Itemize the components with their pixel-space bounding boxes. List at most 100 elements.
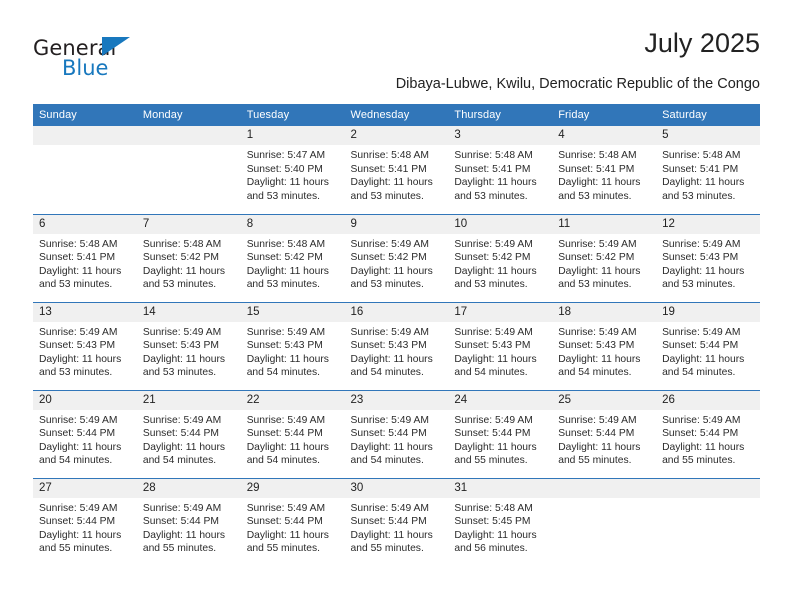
daylight-text: Daylight: 11 hours bbox=[558, 353, 641, 365]
day-cell[interactable]: 22 Sunrise: 5:49 AM Sunset: 5:44 PM Dayligh… bbox=[240, 389, 345, 478]
day-cell[interactable]: 11 Sunrise: 5:49 AM Sunset: 5:42 PM Dayligh… bbox=[552, 213, 657, 302]
day-cell[interactable]: 17 Sunrise: 5:49 AM Sunset: 5:43 PM Dayligh… bbox=[448, 301, 553, 390]
daylight-text: Daylight: 11 hours bbox=[454, 177, 537, 189]
sunset-text: Sunset: 5:42 PM bbox=[246, 252, 323, 264]
logo-text-blue: Blue bbox=[62, 56, 109, 80]
sunset-text: Sunset: 5:41 PM bbox=[350, 163, 427, 175]
day-cell[interactable]: 30 Sunrise: 5:49 AM Sunset: 5:44 PM Dayligh… bbox=[344, 477, 449, 566]
sunset-text: Sunset: 5:44 PM bbox=[39, 428, 116, 440]
day-cell[interactable]: 19 Sunrise: 5:49 AM Sunset: 5:44 PM Dayligh… bbox=[656, 301, 760, 390]
day-details: Sunrise: 5:49 AM Sunset: 5:43 PM Daylight:… bbox=[241, 322, 345, 380]
sunset-text: Sunset: 5:43 PM bbox=[142, 340, 219, 352]
daylight-text: Daylight: 11 hours bbox=[454, 353, 537, 365]
day-cell[interactable]: 5 Sunrise: 5:48 AM Sunset: 5:41 PM Daylight… bbox=[656, 126, 760, 214]
sunset-text: Sunset: 5:45 PM bbox=[454, 516, 531, 528]
day-cell[interactable]: 27 Sunrise: 5:49 AM Sunset: 5:44 PM Dayligh… bbox=[33, 477, 137, 566]
day-cell[interactable]: 24 Sunrise: 5:49 AM Sunset: 5:44 PM Dayligh… bbox=[448, 389, 553, 478]
day-number: 20 bbox=[33, 390, 137, 410]
day-cell[interactable]: 25 Sunrise: 5:49 AM Sunset: 5:44 PM Dayligh… bbox=[552, 389, 657, 478]
day-cell[interactable]: 29 Sunrise: 5:49 AM Sunset: 5:44 PM Dayligh… bbox=[240, 477, 345, 566]
daylight-text: Daylight: 11 hours bbox=[454, 441, 537, 453]
sunrise-text: Sunrise: 5:49 AM bbox=[246, 414, 326, 426]
daylight-text: Daylight: 11 hours bbox=[39, 529, 122, 541]
day-number: 18 bbox=[552, 302, 657, 322]
day-details: Sunrise: 5:49 AM Sunset: 5:43 PM Daylight:… bbox=[345, 322, 449, 380]
daylight-text: and 55 minutes. bbox=[662, 455, 736, 467]
sunset-text: Sunset: 5:44 PM bbox=[350, 516, 427, 528]
sunrise-text: Sunrise: 5:49 AM bbox=[662, 238, 741, 250]
day-cell-empty bbox=[656, 477, 760, 566]
sunrise-text: Sunrise: 5:49 AM bbox=[662, 326, 741, 338]
day-details: Sunrise: 5:48 AM Sunset: 5:42 PM Daylight:… bbox=[241, 234, 345, 292]
calendar-week-row: 6 Sunrise: 5:48 AM Sunset: 5:41 PM Daylight… bbox=[33, 213, 760, 302]
day-cell[interactable]: 16 Sunrise: 5:49 AM Sunset: 5:43 PM Dayligh… bbox=[344, 301, 449, 390]
day-cell[interactable]: 8 Sunrise: 5:48 AM Sunset: 5:42 PM Daylight… bbox=[240, 213, 345, 302]
day-number bbox=[33, 126, 137, 145]
sunset-text: Sunset: 5:44 PM bbox=[39, 516, 116, 528]
day-number: 16 bbox=[344, 302, 449, 322]
day-cell-empty bbox=[136, 126, 241, 214]
day-cell[interactable]: 10 Sunrise: 5:49 AM Sunset: 5:42 PM Dayligh… bbox=[448, 213, 553, 302]
sunrise-text: Sunrise: 5:49 AM bbox=[558, 326, 637, 338]
day-cell[interactable]: 2 Sunrise: 5:48 AM Sunset: 5:41 PM Daylight… bbox=[344, 126, 449, 214]
daylight-text: Daylight: 11 hours bbox=[454, 265, 537, 277]
day-cell[interactable]: 1 Sunrise: 5:47 AM Sunset: 5:40 PM Daylight… bbox=[240, 126, 345, 214]
sunrise-text: Sunrise: 5:49 AM bbox=[39, 326, 118, 338]
weekday-header-tuesday: Tuesday bbox=[240, 104, 345, 126]
day-cell[interactable]: 14 Sunrise: 5:49 AM Sunset: 5:43 PM Dayligh… bbox=[136, 301, 241, 390]
day-number: 7 bbox=[136, 214, 241, 234]
daylight-text: Daylight: 11 hours bbox=[350, 177, 433, 189]
day-cell[interactable]: 4 Sunrise: 5:48 AM Sunset: 5:41 PM Daylight… bbox=[552, 126, 657, 214]
calendar-week-row: 27 Sunrise: 5:49 AM Sunset: 5:44 PM Dayligh… bbox=[33, 477, 760, 566]
day-cell[interactable]: 20 Sunrise: 5:49 AM Sunset: 5:44 PM Dayligh… bbox=[33, 389, 137, 478]
day-cell[interactable]: 9 Sunrise: 5:49 AM Sunset: 5:42 PM Daylight… bbox=[344, 213, 449, 302]
daylight-text: and 56 minutes. bbox=[454, 543, 528, 555]
day-details: Sunrise: 5:49 AM Sunset: 5:44 PM Daylight:… bbox=[656, 410, 760, 468]
sunset-text: Sunset: 5:42 PM bbox=[142, 252, 219, 264]
day-number: 28 bbox=[136, 478, 241, 498]
day-details: Sunrise: 5:49 AM Sunset: 5:44 PM Daylight:… bbox=[448, 410, 552, 468]
day-cell[interactable]: 28 Sunrise: 5:49 AM Sunset: 5:44 PM Dayligh… bbox=[136, 477, 241, 566]
sunrise-text: Sunrise: 5:47 AM bbox=[246, 150, 326, 161]
calendar-week-row: 20 Sunrise: 5:49 AM Sunset: 5:44 PM Dayligh… bbox=[33, 389, 760, 478]
day-cell[interactable]: 26 Sunrise: 5:49 AM Sunset: 5:44 PM Dayligh… bbox=[656, 389, 760, 478]
daylight-text: and 55 minutes. bbox=[454, 455, 528, 467]
sunset-text: Sunset: 5:44 PM bbox=[662, 340, 739, 352]
daylight-text: and 53 minutes. bbox=[558, 279, 632, 291]
daylight-text: Daylight: 11 hours bbox=[662, 441, 745, 453]
location-subtitle: Dibaya-Lubwe, Kwilu, Democratic Republic… bbox=[395, 76, 760, 92]
day-cell[interactable]: 6 Sunrise: 5:48 AM Sunset: 5:41 PM Daylight… bbox=[33, 213, 137, 302]
daylight-text: and 53 minutes. bbox=[142, 367, 217, 379]
daylight-text: and 53 minutes. bbox=[350, 190, 424, 202]
day-cell[interactable]: 23 Sunrise: 5:49 AM Sunset: 5:44 PM Dayligh… bbox=[344, 389, 449, 478]
day-cell[interactable]: 13 Sunrise: 5:49 AM Sunset: 5:43 PM Dayligh… bbox=[33, 301, 137, 390]
day-cell[interactable]: 7 Sunrise: 5:48 AM Sunset: 5:42 PM Daylight… bbox=[136, 213, 241, 302]
day-cell[interactable]: 3 Sunrise: 5:48 AM Sunset: 5:41 PM Daylight… bbox=[448, 126, 553, 214]
day-cell-empty bbox=[33, 126, 137, 214]
daylight-text: Daylight: 11 hours bbox=[662, 265, 745, 277]
day-details: Sunrise: 5:49 AM Sunset: 5:44 PM Daylight:… bbox=[33, 410, 137, 468]
sunrise-text: Sunrise: 5:49 AM bbox=[39, 414, 118, 426]
sunset-text: Sunset: 5:41 PM bbox=[662, 163, 739, 175]
day-number: 24 bbox=[448, 390, 553, 410]
day-details: Sunrise: 5:49 AM Sunset: 5:44 PM Daylight:… bbox=[241, 410, 345, 468]
day-cell[interactable]: 18 Sunrise: 5:49 AM Sunset: 5:43 PM Dayligh… bbox=[552, 301, 657, 390]
day-cell[interactable]: 15 Sunrise: 5:49 AM Sunset: 5:43 PM Dayligh… bbox=[240, 301, 345, 390]
day-cell[interactable]: 21 Sunrise: 5:49 AM Sunset: 5:44 PM Dayligh… bbox=[136, 389, 241, 478]
daylight-text: and 53 minutes. bbox=[662, 190, 736, 202]
day-cell[interactable]: 12 Sunrise: 5:49 AM Sunset: 5:43 PM Dayligh… bbox=[656, 213, 760, 302]
day-number: 22 bbox=[240, 390, 345, 410]
daylight-text: and 53 minutes. bbox=[246, 279, 320, 291]
daylight-text: Daylight: 11 hours bbox=[558, 177, 641, 189]
general-blue-logo[interactable]: General Blue bbox=[33, 36, 233, 92]
day-cell[interactable]: 31 Sunrise: 5:48 AM Sunset: 5:45 PM Dayligh… bbox=[448, 477, 553, 566]
sunrise-text: Sunrise: 5:48 AM bbox=[246, 238, 326, 250]
day-details: Sunrise: 5:49 AM Sunset: 5:44 PM Daylight:… bbox=[552, 410, 656, 468]
sunrise-text: Sunrise: 5:49 AM bbox=[142, 502, 222, 514]
daylight-text: and 53 minutes. bbox=[350, 279, 424, 291]
weekday-header-sunday: Sunday bbox=[33, 104, 137, 126]
day-details: Sunrise: 5:49 AM Sunset: 5:43 PM Daylight:… bbox=[656, 234, 760, 292]
daylight-text: Daylight: 11 hours bbox=[39, 441, 122, 453]
day-details: Sunrise: 5:47 AM Sunset: 5:40 PM Daylight:… bbox=[241, 145, 345, 203]
sunrise-text: Sunrise: 5:49 AM bbox=[350, 502, 429, 514]
